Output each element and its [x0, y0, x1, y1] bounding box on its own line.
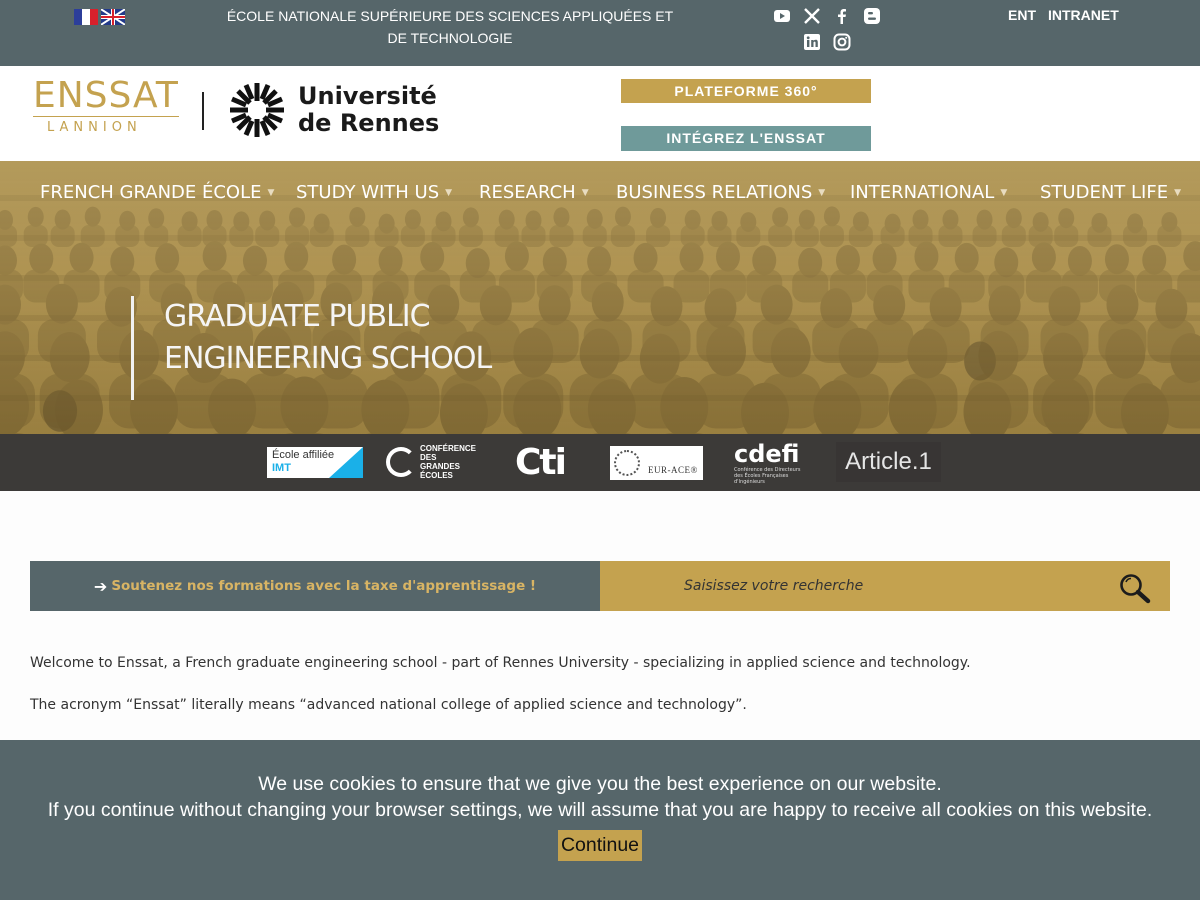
blogger-icon[interactable] — [862, 6, 882, 26]
intranet-link[interactable]: INTRANET — [1048, 7, 1119, 23]
imt-logo[interactable]: École affiliée IMT — [267, 447, 363, 478]
university-name-line1: Université — [298, 82, 437, 110]
enssat-logo[interactable]: ENSSAT LANNION — [33, 78, 179, 135]
partner-logos-bar: École affiliée IMT CONFÉRENCE DES GRANDE… — [0, 434, 1200, 491]
rennes-star-icon — [230, 83, 284, 137]
cdefi-tagline: Conférence des Directeurs des Écoles Fra… — [734, 467, 801, 485]
cookie-continue-button[interactable]: Continue — [558, 830, 642, 861]
facebook-icon[interactable] — [832, 6, 852, 26]
school-full-name: ÉCOLE NATIONALE SUPÉRIEURE DES SCIENCES … — [226, 8, 674, 46]
site-header: ENSSAT LANNION Université de Rennes PLAT… — [0, 66, 1200, 161]
x-icon[interactable] — [802, 6, 822, 26]
article1-wordmark: Article.1 — [845, 448, 932, 475]
cookie-message-line2: If you continue without changing your br… — [47, 799, 1153, 821]
nav-label: INTERNATIONAL — [850, 182, 995, 203]
nav-french-grande-ecole[interactable]: FRENCH GRANDE ÉCOLE ▼ — [40, 179, 274, 207]
main-content: ➔ Soutenez nos formations avec la taxe d… — [0, 491, 1200, 740]
french-flag-icon[interactable] — [74, 9, 98, 25]
eur-ace-label: EUR-ACE® — [648, 465, 698, 475]
logo-rule — [33, 116, 179, 117]
ent-link[interactable]: ENT — [1008, 7, 1036, 23]
linkedin-icon[interactable] — [802, 32, 822, 52]
cdefi-wordmark: cdefi — [734, 440, 800, 468]
main-navigation: FRENCH GRANDE ÉCOLE ▼ STUDY WITH US ▼ RESE… — [0, 179, 1200, 209]
hero-title: GRADUATE PUBLIC ENGINEERING SCHOOL — [164, 296, 492, 380]
hero-banner: FRENCH GRANDE ÉCOLE ▼ STUDY WITH US ▼ RESE… — [0, 161, 1200, 434]
nav-international[interactable]: INTERNATIONAL ▼ — [850, 179, 1007, 207]
cge-logo-text: CONFÉRENCE DES GRANDES ÉCOLES — [420, 444, 477, 480]
arrow-right-icon: ➔ — [93, 576, 108, 596]
cti-logo[interactable]: Cti — [512, 442, 568, 483]
caret-down-icon: ▼ — [445, 188, 453, 198]
search-input[interactable] — [600, 561, 1100, 611]
cge-ring-icon — [386, 447, 416, 477]
enssat-logo-word: ENSSAT — [33, 75, 179, 116]
university-name-line2: de Rennes — [298, 109, 440, 137]
social-links — [772, 6, 882, 58]
apprenticeship-tax-link[interactable]: ➔ Soutenez nos formations avec la taxe d… — [30, 561, 600, 611]
nav-study-with-us[interactable]: STUDY WITH US ▼ — [296, 179, 452, 207]
acronym-paragraph: The acronym “Enssat” literally means “ad… — [30, 697, 747, 713]
imt-logo-line2: IMT — [272, 462, 291, 474]
enssat-logo-city: LANNION — [47, 120, 142, 135]
platform-360-button[interactable]: PLATEFORME 360° — [621, 79, 871, 103]
hero-title-line1: GRADUATE PUBLIC — [164, 299, 431, 334]
youtube-icon[interactable] — [772, 6, 792, 26]
caret-down-icon: ▼ — [581, 188, 589, 198]
hero-accent-bar — [131, 296, 134, 400]
nav-label: BUSINESS RELATIONS — [616, 182, 813, 203]
imt-logo-line1: École affiliée — [272, 449, 335, 461]
language-switcher — [74, 9, 125, 25]
top-bar: ÉCOLE NATIONALE SUPÉRIEURE DES SCIENCES … — [0, 0, 1200, 66]
cge-logo[interactable]: CONFÉRENCE DES GRANDES ÉCOLES — [384, 444, 480, 480]
cdefi-logo[interactable]: cdefi Conférence des Directeurs des Écol… — [734, 438, 806, 488]
search-icon[interactable] — [1118, 572, 1152, 604]
eu-stars-icon — [614, 450, 640, 476]
nav-label: STUDY WITH US — [296, 182, 440, 203]
caret-down-icon: ▼ — [267, 188, 275, 198]
logo-divider — [202, 92, 204, 130]
nav-label: STUDENT LIFE — [1040, 182, 1169, 203]
nav-student-life[interactable]: STUDENT LIFE ▼ — [1040, 179, 1181, 207]
top-links: ENT INTRANET — [1008, 7, 1119, 23]
welcome-paragraph: Welcome to Enssat, a French graduate eng… — [30, 655, 971, 671]
nav-research[interactable]: RESEARCH ▼ — [479, 179, 589, 207]
caret-down-icon: ▼ — [1174, 188, 1181, 198]
article1-logo[interactable]: Article.1 — [836, 442, 941, 482]
university-rennes-logo[interactable]: Université de Rennes — [226, 79, 439, 141]
cookie-banner: We use cookies to ensure that we give yo… — [0, 740, 1200, 900]
nav-business-relations[interactable]: BUSINESS RELATIONS ▼ — [616, 179, 825, 207]
hero-title-line2: ENGINEERING SCHOOL — [164, 341, 492, 376]
instagram-icon[interactable] — [832, 32, 852, 52]
nav-label: FRENCH GRANDE ÉCOLE — [40, 182, 262, 203]
cookie-message-line1: We use cookies to ensure that we give yo… — [258, 773, 942, 795]
caret-down-icon: ▼ — [818, 188, 826, 198]
integrez-enssat-button[interactable]: INTÉGREZ L'ENSSAT — [621, 126, 871, 151]
nav-label: RESEARCH — [479, 182, 576, 203]
english-flag-icon[interactable] — [101, 9, 125, 25]
caret-down-icon: ▼ — [1000, 188, 1008, 198]
apprenticeship-tax-label: Soutenez nos formations avec la taxe d'a… — [111, 578, 537, 594]
eur-ace-logo[interactable]: EUR-ACE® — [610, 446, 703, 480]
search-bar — [600, 561, 1170, 611]
